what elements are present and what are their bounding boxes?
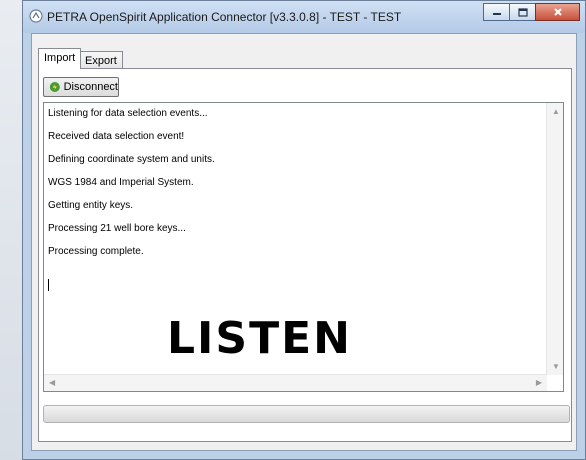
scroll-right-arrow-icon[interactable]: ▶ (536, 379, 542, 387)
log-line: Listening for data selection events... (48, 108, 208, 119)
petra-app-icon (29, 9, 43, 23)
log-line: Received data selection event! (48, 131, 185, 142)
listen-watermark: LISTEN (167, 313, 352, 364)
disconnect-button[interactable]: Disconnect (43, 77, 119, 97)
minimize-button[interactable] (483, 3, 510, 21)
lightning-plug-icon (49, 82, 60, 92)
import-panel: Disconnect Listening for data selection … (38, 68, 572, 442)
scroll-up-arrow-icon[interactable]: ▲ (552, 108, 560, 116)
log-line: Defining coordinate system and units. (48, 154, 215, 165)
progress-bar (43, 405, 570, 423)
log-line: Processing 21 well bore keys... (48, 223, 186, 234)
horizontal-scrollbar[interactable]: ◀ ▶ (44, 374, 547, 391)
tab-import[interactable]: Import (38, 48, 82, 69)
disconnect-label: Disconnect (63, 81, 118, 93)
desktop-background (0, 0, 22, 460)
log-line: WGS 1984 and Imperial System. (48, 177, 194, 188)
log-lines: Listening for data selection events... R… (48, 107, 548, 268)
vertical-scrollbar[interactable]: ▲ ▼ (546, 103, 563, 375)
client-area: Import Export Disconnect Listening for d… (31, 33, 577, 451)
text-caret (48, 279, 49, 291)
app-window: PETRA OpenSpirit Application Connector [… (22, 0, 586, 460)
log-line: Processing complete. (48, 246, 144, 257)
log-output[interactable]: Listening for data selection events... R… (43, 102, 564, 392)
maximize-icon (517, 7, 528, 17)
window-title: PETRA OpenSpirit Application Connector [… (47, 10, 402, 24)
scroll-down-arrow-icon[interactable]: ▼ (552, 363, 560, 371)
title-bar[interactable]: PETRA OpenSpirit Application Connector [… (23, 1, 585, 33)
scroll-left-arrow-icon[interactable]: ◀ (49, 379, 55, 387)
maximize-button[interactable] (509, 3, 536, 21)
log-line: Getting entity keys. (48, 200, 134, 211)
caption-buttons (483, 3, 580, 23)
close-icon (553, 8, 562, 16)
close-button[interactable] (535, 3, 580, 21)
minimize-icon (492, 13, 501, 15)
